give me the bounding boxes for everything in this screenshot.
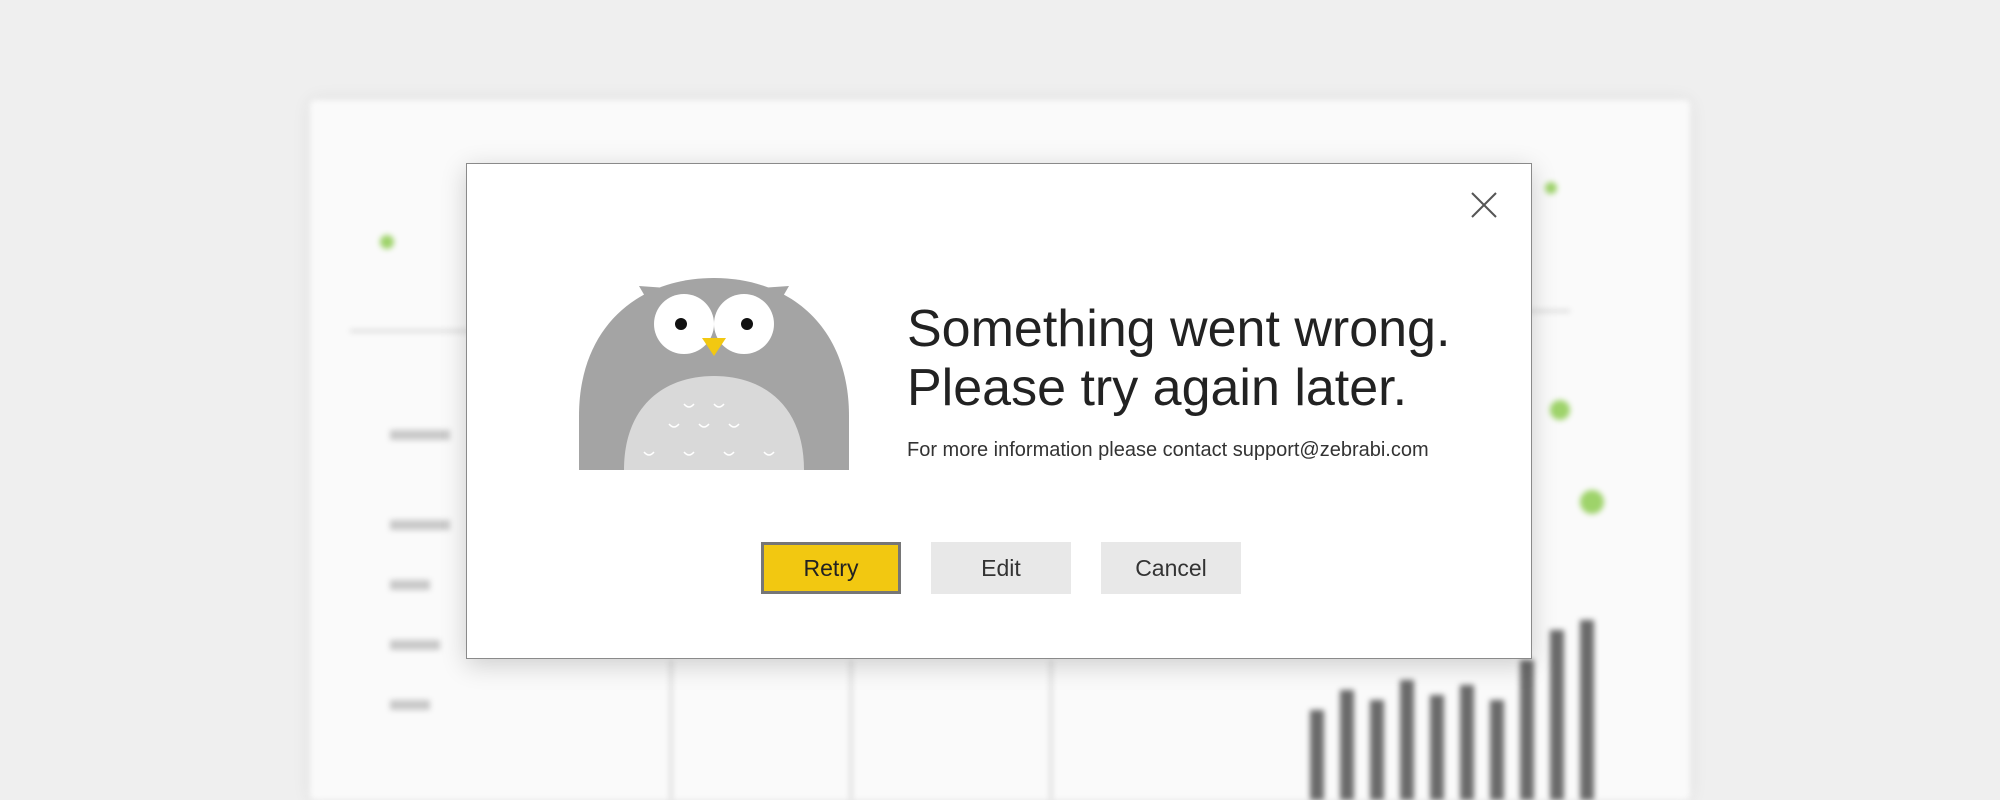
cancel-button[interactable]: Cancel bbox=[1101, 542, 1241, 594]
close-icon bbox=[1471, 192, 1497, 218]
dialog-actions: Retry Edit Cancel bbox=[761, 542, 1241, 594]
error-title-line1: Something went wrong. bbox=[907, 300, 1451, 358]
close-button[interactable] bbox=[1467, 188, 1501, 222]
error-dialog: Something went wrong. Please try again l… bbox=[466, 163, 1532, 659]
error-title-line2: Please try again later. bbox=[907, 359, 1408, 417]
error-title: Something went wrong. Please try again l… bbox=[907, 300, 1507, 418]
contact-message: For more information please contact supp… bbox=[907, 439, 1429, 461]
retry-button[interactable]: Retry bbox=[761, 542, 901, 594]
owl-illustration bbox=[579, 278, 849, 470]
edit-button[interactable]: Edit bbox=[931, 542, 1071, 594]
